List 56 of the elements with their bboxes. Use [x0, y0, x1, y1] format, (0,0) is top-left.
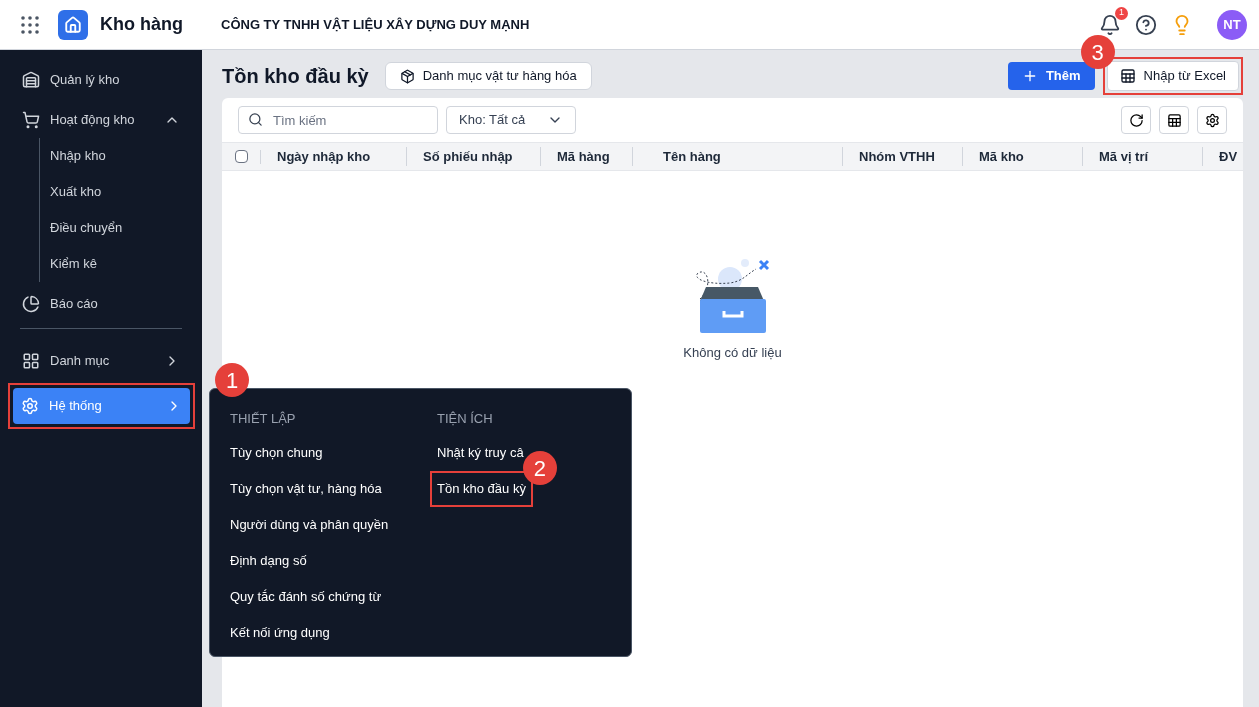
column-header[interactable]: Ngày nhập kho	[277, 148, 371, 164]
settings-icon	[21, 397, 39, 415]
settings-icon	[1204, 112, 1220, 128]
column-header[interactable]: Nhóm VTHH	[859, 148, 935, 164]
menu-group-heading: TIỆN ÍCH	[437, 410, 494, 427]
search-icon	[248, 112, 263, 127]
refresh-icon	[1128, 112, 1144, 128]
app-logo-icon	[58, 9, 88, 40]
app-grid-icon[interactable]	[21, 15, 39, 34]
column-header[interactable]: Mã hàng	[557, 148, 610, 164]
sidebar-item[interactable]: Hệ thống	[13, 388, 190, 424]
company-name: CÔNG TY TNHH VẬT LIỆU XÂY DỰNG DUY MẠNH	[221, 15, 530, 34]
empty-state-text: Không có dữ liệu	[683, 344, 782, 362]
menu-item[interactable]: Nhật ký truy câ	[437, 435, 524, 471]
pie-chart-icon	[22, 295, 40, 313]
sidebar-item[interactable]: Báo cáo	[14, 286, 188, 322]
sidebar-item[interactable]: Danh mục	[14, 343, 188, 379]
sidebar-subitem[interactable]: Nhập kho	[50, 138, 202, 174]
page-title: Tồn kho đầu kỳ	[222, 64, 369, 89]
bell-icon[interactable]	[1099, 13, 1121, 36]
select-all-checkbox[interactable]	[234, 150, 248, 163]
table-icon	[1166, 112, 1182, 128]
menu-item[interactable]: Tùy chọn vật tư, hàng hóa	[230, 471, 382, 507]
export-table-button[interactable]	[1159, 106, 1189, 134]
catalog-button[interactable]: Danh mục vật tư hàng hóa	[384, 62, 592, 90]
column-header[interactable]: Tên hàng	[663, 148, 721, 164]
menu-item[interactable]: Tùy chọn chung	[230, 435, 323, 471]
user-avatar[interactable]: NT	[1217, 9, 1247, 40]
menu-item[interactable]: Quy tắc đánh số chứng từ	[230, 579, 382, 615]
import-excel-button[interactable]: Nhập từ Excel	[1106, 61, 1239, 91]
help-icon[interactable]	[1135, 13, 1157, 36]
menu-group-heading: THIẾT LẬP	[230, 410, 297, 427]
column-header[interactable]: Số phiếu nhập	[423, 148, 513, 164]
menu-item[interactable]: Định dạng số	[230, 543, 307, 579]
sidebar-subitem[interactable]: Xuất kho	[50, 174, 202, 210]
grid-icon	[22, 352, 40, 370]
column-header[interactable]: ĐV	[1219, 148, 1238, 164]
sidebar-item[interactable]: Quản lý kho	[14, 62, 188, 98]
menu-item[interactable]: Kết nối ứng dụng	[230, 615, 330, 651]
box-icon	[399, 68, 415, 84]
refresh-button[interactable]	[1121, 106, 1151, 134]
column-header[interactable]: Mã vị trí	[1099, 148, 1149, 164]
table-icon	[1119, 68, 1136, 84]
notification-count: 1	[1115, 6, 1128, 20]
sidebar-item[interactable]: Hoạt động kho	[14, 102, 188, 138]
settings-button[interactable]	[1197, 106, 1227, 134]
app-name: Kho hàng	[100, 13, 183, 36]
building-icon	[22, 71, 40, 89]
column-header[interactable]: Mã kho	[979, 148, 1024, 164]
cart-icon	[22, 111, 40, 129]
add-button[interactable]: Thêm	[1007, 62, 1095, 90]
menu-item[interactable]: Người dùng và phân quyền	[230, 507, 389, 543]
sidebar-subitem[interactable]: Kiểm kê	[50, 246, 202, 282]
warehouse-dropdown[interactable]: Kho: Tất cả	[446, 106, 576, 134]
search-field[interactable]: Tìm kiếm	[238, 106, 438, 134]
sidebar-subitem[interactable]: Điều chuyển	[50, 210, 202, 246]
